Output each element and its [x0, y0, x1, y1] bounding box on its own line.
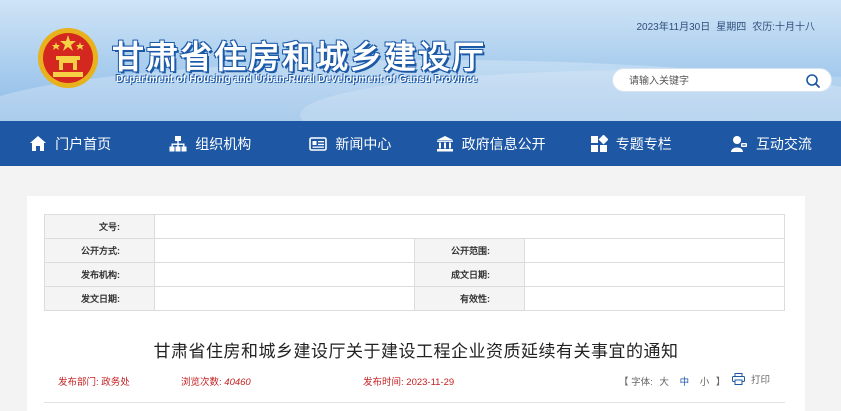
view-count-label: 浏览次数:	[181, 377, 222, 388]
date-bar: 2023年11月30日 星期四 农历:十月十八	[630, 18, 815, 33]
document-meta-table: 文号: 公开方式: 公开范围: 发布机构: 成文日期: 发文日期: 有效性:	[44, 214, 785, 311]
publish-department-value: 政务处	[101, 377, 130, 388]
open-mode-value	[154, 238, 415, 263]
nav-item-label: 政府信息公开	[461, 135, 546, 152]
search-input[interactable]	[629, 73, 799, 89]
nav-item-news[interactable]: 新闻中心	[280, 121, 420, 166]
site-subtitle: Department of Housing and Urban-Rural De…	[116, 74, 478, 85]
open-scope-label: 公开范围:	[414, 238, 525, 263]
issuer-label: 发布机构:	[44, 262, 155, 287]
article-title: 甘肃省住房和城乡建设厅关于建设工程企业资质延续有关事宜的通知	[153, 342, 679, 361]
view-count: 浏览次数: 40460	[181, 374, 251, 388]
government-building-icon	[436, 135, 453, 151]
created-date-value	[524, 262, 785, 287]
table-row: 公开方式: 公开范围:	[44, 238, 785, 263]
publish-department-label: 发布部门:	[58, 377, 99, 388]
user-chat-icon	[730, 135, 747, 152]
nav-item-gov-info[interactable]: 政府信息公开	[421, 121, 561, 166]
national-emblem-icon	[38, 28, 98, 88]
table-row: 发文日期: 有效性:	[44, 286, 785, 311]
font-size-selector: 【 字体: 大 中 小 】	[619, 374, 725, 388]
divider	[44, 402, 785, 403]
nav-item-label: 新闻中心	[335, 135, 392, 152]
nav-item-label: 门户首页	[55, 135, 112, 152]
current-date: 2023年11月30日	[636, 22, 711, 33]
issue-date-value	[154, 286, 415, 311]
nav-item-organization[interactable]: 组织机构	[140, 121, 280, 166]
header-banner: 甘肃省住房和城乡建设厅 Department of Housing and Ur…	[0, 0, 841, 121]
font-size-small[interactable]: 小	[700, 377, 710, 388]
site-title: 甘肃省住房和城乡建设厅	[112, 39, 487, 75]
nav-item-special-topics[interactable]: 专题专栏	[561, 121, 701, 166]
search-icon[interactable]	[805, 73, 821, 89]
font-size-medium[interactable]: 中	[680, 377, 690, 388]
print-button[interactable]: 打印	[732, 372, 770, 386]
print-label: 打印	[751, 375, 771, 386]
nav-item-interaction[interactable]: 互动交流	[701, 121, 841, 166]
open-scope-value	[524, 238, 785, 263]
view-count-value: 40460	[224, 377, 251, 388]
publish-time-label: 发布时间:	[363, 377, 404, 388]
grid-icon	[590, 134, 608, 152]
search-box	[612, 68, 832, 92]
publish-time: 发布时间: 2023-11-29	[363, 374, 454, 388]
nav-item-label: 专题专栏	[615, 135, 672, 152]
doc-number-value	[154, 214, 785, 239]
publish-department: 发布部门: 政务处	[58, 374, 130, 388]
table-row: 文号:	[44, 214, 785, 239]
open-mode-label: 公开方式:	[44, 238, 155, 263]
printer-icon	[732, 373, 745, 385]
font-size-large[interactable]: 大	[659, 377, 669, 388]
org-chart-icon	[169, 135, 187, 151]
publish-time-value: 2023-11-29	[406, 377, 455, 388]
nav-item-home[interactable]: 门户首页	[0, 121, 140, 166]
table-row: 发布机构: 成文日期:	[44, 262, 785, 287]
doc-number-label: 文号:	[44, 214, 155, 239]
weekday: 星期四	[716, 22, 747, 33]
issue-date-label: 发文日期:	[44, 286, 155, 311]
main-nav: 门户首页 组织机构 新闻中心 政府信息公开 专题专栏 互动交流	[0, 121, 841, 166]
created-date-label: 成文日期:	[414, 262, 525, 287]
validity-label: 有效性:	[414, 286, 525, 311]
lunar-date: 农历:十月十八	[752, 22, 815, 33]
font-size-close: 】	[715, 377, 726, 388]
nav-item-label: 互动交流	[755, 135, 812, 152]
issuer-value	[154, 262, 415, 287]
news-icon	[309, 136, 328, 151]
font-size-label: 【 字体:	[619, 377, 653, 388]
home-icon	[30, 135, 47, 151]
validity-value	[524, 286, 785, 311]
nav-item-label: 组织机构	[195, 135, 252, 152]
content-panel: 文号: 公开方式: 公开范围: 发布机构: 成文日期: 发文日期: 有效性: 甘…	[27, 196, 805, 411]
